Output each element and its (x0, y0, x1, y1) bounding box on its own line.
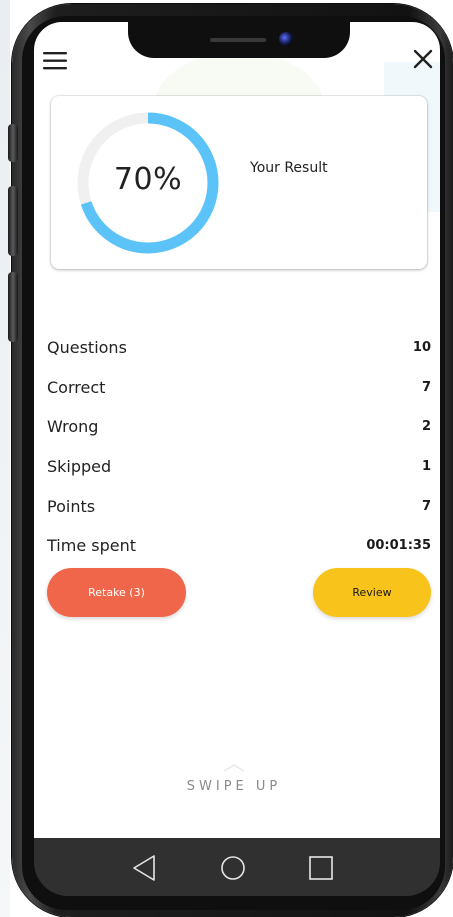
stat-value: 00:01:35 (366, 538, 431, 554)
home-circle-icon[interactable] (213, 848, 253, 888)
front-camera (279, 32, 293, 46)
stat-label: Questions (47, 338, 127, 358)
stat-label: Points (47, 496, 96, 516)
stat-row-questions: Questions 10 (47, 328, 431, 368)
stat-row-skipped: Skipped 1 (47, 447, 431, 487)
stat-value: 7 (421, 498, 431, 514)
review-button[interactable]: Review (313, 568, 431, 617)
navigation-bar (34, 838, 440, 896)
stat-value: 1 (421, 459, 431, 475)
result-title: Your Result (250, 160, 328, 176)
phone-volume-down-button (8, 272, 18, 342)
chevron-up-icon (223, 764, 245, 772)
stat-row-points: Points 7 (47, 486, 431, 526)
stat-value: 2 (421, 419, 431, 435)
hamburger-menu-icon[interactable] (43, 52, 67, 70)
stat-value: 10 (412, 340, 431, 356)
stat-label: Time spent (47, 536, 136, 556)
swipe-up-hint[interactable]: SWIPE UP (130, 779, 338, 794)
recents-square-icon[interactable] (301, 848, 341, 888)
stat-label: Skipped (47, 457, 112, 477)
back-triangle-icon[interactable] (124, 848, 164, 888)
phone-speaker (210, 38, 266, 42)
phone-volume-up-button (8, 186, 18, 256)
retake-button[interactable]: Retake (3) (47, 568, 186, 617)
stat-value: 7 (421, 379, 431, 395)
phone-side-button-top (8, 124, 18, 162)
page: 70% Your Result Questions 10 Correct 7 W… (0, 0, 453, 917)
close-icon[interactable] (411, 47, 435, 71)
result-percent: 70% (113, 162, 183, 197)
stat-label: Wrong (47, 417, 99, 437)
stat-row-time-spent: Time spent 00:01:35 (47, 526, 431, 566)
stat-row-correct: Correct 7 (47, 368, 431, 408)
stats-list: Questions 10 Correct 7 Wrong 2 Skipped 1… (47, 328, 431, 566)
result-card: 70% Your Result (51, 96, 427, 269)
stat-label: Correct (47, 377, 106, 397)
stat-row-wrong: Wrong 2 (47, 407, 431, 447)
